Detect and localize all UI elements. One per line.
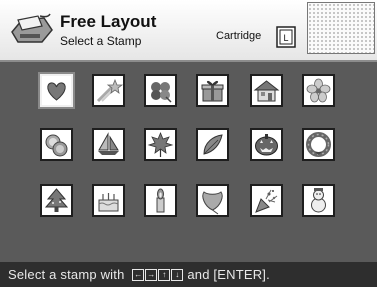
- paper-preview: [307, 2, 375, 54]
- header-bar: Free Layout Select a Stamp Cartridge L: [0, 0, 377, 62]
- left-arrow-icon: ←: [132, 268, 145, 281]
- gift-icon: [201, 80, 224, 102]
- help-text-end: and [ENTER].: [187, 267, 270, 282]
- down-arrow-icon: ↓: [171, 268, 184, 281]
- clover-icon: [151, 82, 172, 103]
- arrow-keys: ← → ↑ ↓: [132, 268, 184, 281]
- heart-icon: [47, 82, 66, 101]
- stamp-fruit-slices[interactable]: [40, 128, 73, 161]
- sailboat-icon: [98, 132, 119, 155]
- stamp-snowman[interactable]: [302, 184, 335, 217]
- stamp-candle[interactable]: [144, 184, 177, 217]
- christmas-tree-icon: [44, 188, 69, 212]
- stamp-ginkgo-leaf[interactable]: [196, 184, 229, 217]
- house-icon: [253, 80, 280, 102]
- ginkgo-leaf-icon: [202, 191, 223, 215]
- candle-icon: [156, 188, 165, 213]
- shooting-star-icon: [96, 78, 123, 103]
- stamp-clover[interactable]: [144, 74, 177, 107]
- stamp-heart[interactable]: [40, 74, 73, 107]
- fruit-slices-icon: [45, 134, 68, 157]
- cartridge-label: Cartridge: [216, 30, 262, 42]
- help-bar: Select a stamp with ← → ↑ ↓ and [ENTER].: [0, 262, 377, 287]
- flower-icon: [306, 78, 331, 103]
- party-popper-icon: [255, 189, 278, 213]
- stamp-jack-o-lantern[interactable]: [250, 128, 283, 161]
- stamp-wreath[interactable]: [302, 128, 335, 161]
- up-arrow-icon: ↑: [158, 268, 171, 281]
- maple-leaf-icon: [147, 131, 174, 157]
- jack-o-lantern-icon: [255, 134, 278, 156]
- page-subtitle: Select a Stamp: [60, 34, 142, 48]
- wreath-icon: [306, 132, 331, 157]
- printer-icon: [11, 13, 53, 43]
- right-arrow-icon: →: [145, 268, 158, 281]
- stamp-maple-leaf[interactable]: [144, 128, 177, 161]
- stamp-flower[interactable]: [302, 74, 335, 107]
- stamp-sailboat[interactable]: [92, 128, 125, 161]
- stamp-birthday-cake[interactable]: [92, 184, 125, 217]
- page-title: Free Layout: [60, 12, 157, 31]
- cartridge-icon: L: [276, 26, 296, 48]
- cartridge-size: L: [283, 33, 288, 43]
- help-text-start: Select a stamp with: [8, 267, 129, 282]
- leaves-icon: [203, 134, 223, 155]
- birthday-cake-icon: [98, 193, 119, 212]
- stamp-gift[interactable]: [196, 74, 229, 107]
- snowman-icon: [311, 188, 326, 213]
- stamp-shooting-star[interactable]: [92, 74, 125, 107]
- stamp-leaves[interactable]: [196, 128, 229, 161]
- stamp-christmas-tree[interactable]: [40, 184, 73, 217]
- stamp-house[interactable]: [250, 74, 283, 107]
- stamp-party-popper[interactable]: [250, 184, 283, 217]
